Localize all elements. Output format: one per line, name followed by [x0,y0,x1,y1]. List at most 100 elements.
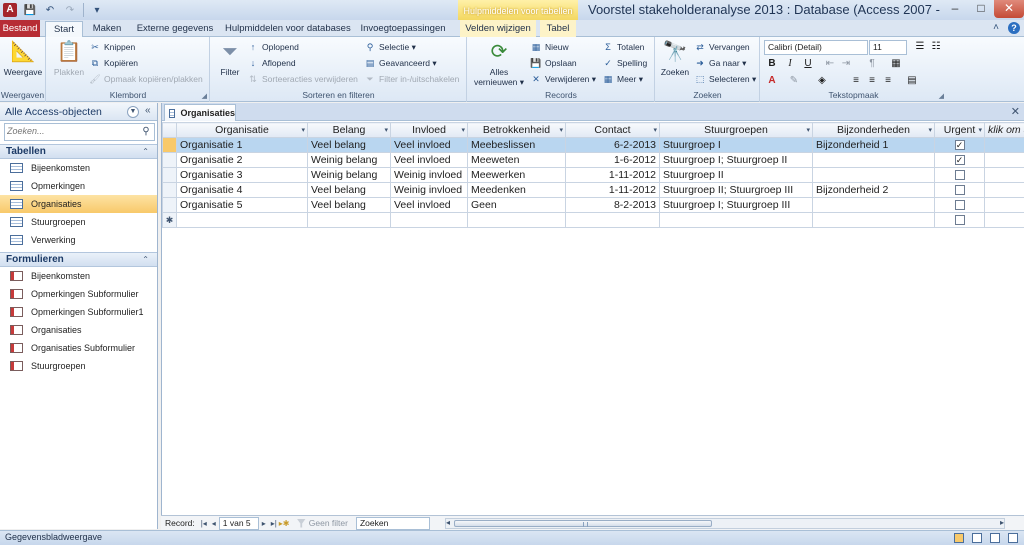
search-icon[interactable]: ⚲ [139,125,153,139]
nav-item-organisaties-subformulier[interactable]: Organisaties Subformulier [0,339,157,357]
datasheet-view-icon[interactable] [954,533,964,543]
chevron-up-icon[interactable]: ⌃ [142,147,149,156]
nav-section-formulieren[interactable]: Formulieren ⌃ [0,252,157,267]
urgent-checkbox[interactable]: ✓ [954,155,965,166]
select-all-corner[interactable] [162,122,177,138]
first-record-icon[interactable]: |◂ [199,519,209,528]
alles-vernieuwen-button[interactable]: ⟳ Alles vernieuwen ▾ [472,39,526,87]
new-record-cell[interactable] [812,212,935,228]
selectie-button[interactable]: ⚲ Selectie ▾ [364,40,416,54]
new-record-marker[interactable]: ✱ [162,212,177,228]
urgent-checkbox[interactable] [954,215,965,226]
cell-contact[interactable]: 1-11-2012 [565,182,660,198]
nav-item-opmerkingen-subformulier[interactable]: Opmerkingen Subformulier [0,285,157,303]
column-dropdown-icon[interactable]: ▾ [559,126,563,134]
nav-section-tabellen[interactable]: Tabellen ⌃ [0,144,157,159]
cell-stuurgroepen[interactable]: Stuurgroep I [659,137,813,153]
indent-increase-icon[interactable]: ⇥ [839,57,853,71]
nav-item-bijeenkomsten[interactable]: Bijeenkomsten [0,159,157,177]
nav-menu-chevron-icon[interactable]: ▼ [127,106,139,118]
urgent-checkbox[interactable]: ✓ [954,140,965,151]
ga-naar-button[interactable]: ➜ Ga naar ▾ [694,56,746,70]
scroll-left-icon[interactable]: ◂ [446,518,450,527]
cell-organisatie[interactable]: Organisatie 5 [176,197,308,213]
customize-qat-icon[interactable]: ▾ [90,3,104,17]
geavanceerd-button[interactable]: ▤ Geavanceerd ▾ [364,56,437,70]
record-selector[interactable] [162,152,177,168]
aflopend-button[interactable]: ↓ Aflopend [247,56,296,70]
cell-add-field[interactable] [984,152,1024,168]
scroll-right-icon[interactable]: ▸ [1000,518,1004,527]
cell-bijzonderheden[interactable] [812,152,935,168]
cell-belang[interactable]: Veel belang [307,197,391,213]
pivotchart-view-icon[interactable] [990,533,1000,543]
urgent-checkbox[interactable] [954,170,965,181]
column-header-invloed[interactable]: Invloed ▾ [390,122,468,138]
cell-stuurgroepen[interactable]: Stuurgroep I; Stuurgroep III [659,197,813,213]
cell-contact[interactable]: 1-11-2012 [565,167,660,183]
save-icon[interactable]: 💾 [23,3,37,17]
tab-externe-gegevens[interactable]: Externe gegevens [133,21,217,37]
redo-icon[interactable]: ↷ [63,3,77,17]
new-record-cell[interactable] [390,212,468,228]
tab-tabel[interactable]: Tabel [540,20,576,37]
alternate-row-color-icon[interactable]: ▤ [905,74,919,88]
nav-item-organisaties[interactable]: Organisaties [0,321,157,339]
chevron-up-icon[interactable]: ⌃ [142,255,149,264]
nav-header[interactable]: Alle Access-objecten ▼ « [0,103,157,121]
column-header-stuurgroepen[interactable]: Stuurgroepen ▾ [659,122,813,138]
record-selector[interactable] [162,167,177,183]
column-header-bijzonderheden[interactable]: Bijzonderheden ▾ [812,122,935,138]
cell-invloed[interactable]: Veel invloed [390,152,468,168]
close-button[interactable]: ✕ [994,0,1024,18]
totalen-button[interactable]: Σ Totalen [602,40,644,54]
oplopend-button[interactable]: ↑ Oplopend [247,40,299,54]
cell-belang[interactable]: Veel belang [307,137,391,153]
opslaan-button[interactable]: 💾 Opslaan [530,56,576,70]
tab-start[interactable]: Start [45,21,83,38]
column-dropdown-icon[interactable]: ▾ [928,126,932,134]
new-record-cell[interactable] [659,212,813,228]
urgent-checkbox[interactable] [954,200,965,211]
table-row[interactable]: Organisatie 5 Veel belang Veel invloed Geen… [162,197,1024,213]
nav-item-bijeenkomsten[interactable]: Bijeenkomsten [0,267,157,285]
cell-stuurgroepen[interactable]: Stuurgroep I; Stuurgroep II [659,152,813,168]
previous-record-icon[interactable]: ◂ [209,519,219,528]
table-row[interactable]: Organisatie 2 Weinig belang Veel invloed Me… [162,152,1024,168]
sorteeracties-verwijderen-button[interactable]: ⇅ Sorteeracties verwijderen [247,72,358,86]
design-view-icon[interactable] [1008,533,1018,543]
weergave-button[interactable]: 📐 Weergave [3,39,43,77]
cell-belang[interactable]: Weinig belang [307,152,391,168]
kopieren-button[interactable]: ⧉ Kopiëren [89,56,138,70]
next-record-icon[interactable]: ▸ [259,519,269,528]
record-position-input[interactable]: 1 van 5 [218,516,259,530]
column-dropdown-icon[interactable]: ▾ [461,126,465,134]
new-record-nav-icon[interactable]: ▸✱ [279,519,290,528]
nav-item-organisaties[interactable]: Organisaties [0,195,157,213]
fill-color-icon[interactable]: ◈ [815,74,829,88]
cell-add-field[interactable] [984,137,1024,153]
maximize-button[interactable]: □ [968,0,994,18]
scrollbar-thumb[interactable] [454,520,712,527]
cell-contact[interactable]: 1-6-2012 [565,152,660,168]
zoeken-button[interactable]: 🔭 Zoeken [658,39,692,77]
align-right-icon[interactable]: ≡ [881,74,895,88]
cell-organisatie[interactable]: Organisatie 1 [176,137,308,153]
column-header-contact[interactable]: Contact ▾ [565,122,660,138]
cell-betrokkenheid[interactable]: Geen [467,197,566,213]
horizontal-scrollbar[interactable]: ◂ ▸ [445,518,1005,529]
table-row[interactable]: Organisatie 1 Veel belang Veel invloed Meeb… [162,137,1024,153]
align-center-icon[interactable]: ≡ [865,74,879,88]
vervangen-button[interactable]: ⇄ Vervangen [694,40,749,54]
cell-contact[interactable]: 6-2-2013 [565,137,660,153]
column-header-belang[interactable]: Belang ▾ [307,122,391,138]
cell-organisatie[interactable]: Organisatie 4 [176,182,308,198]
font-name-select[interactable]: Calibri (Detail) [764,40,868,55]
cell-add-field[interactable] [984,197,1024,213]
column-header-organisatie[interactable]: Organisatie ▾ [176,122,308,138]
table-row[interactable]: Organisatie 3 Weinig belang Weinig invloed… [162,167,1024,183]
cell-organisatie[interactable]: Organisatie 2 [176,152,308,168]
font-color-icon[interactable]: A [765,74,779,88]
cell-bijzonderheden[interactable]: Bijzonderheid 1 [812,137,935,153]
cell-add-field[interactable] [984,167,1024,183]
